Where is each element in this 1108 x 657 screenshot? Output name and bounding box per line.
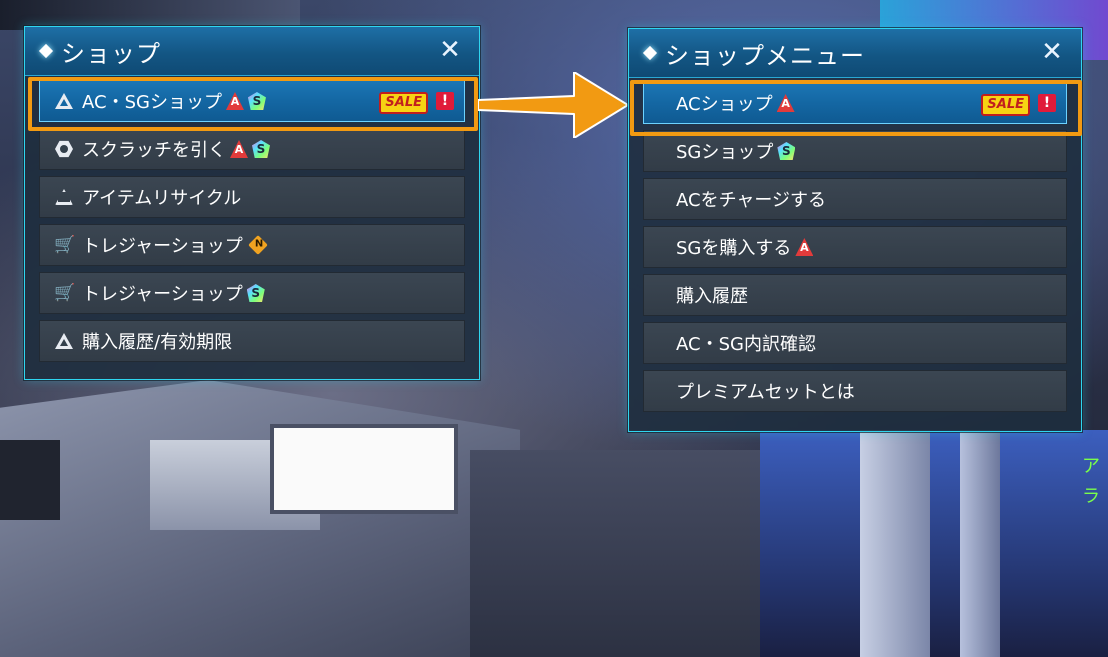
menu-item-sg-shop[interactable]: SGショップ [643, 130, 1067, 172]
shop-menu-panel-title: ショップメニュー [665, 41, 865, 70]
close-icon[interactable]: ✕ [1037, 37, 1067, 67]
cart-icon: 🛒 [54, 283, 76, 303]
ac-icon [230, 140, 248, 158]
menu-item-label: AC・SG内訳確認 [676, 334, 816, 355]
close-icon[interactable]: ✕ [435, 35, 465, 65]
sg-icon [777, 142, 796, 160]
menu-item-charge-ac[interactable]: ACをチャージする [643, 178, 1067, 220]
menu-item-scratch[interactable]: スクラッチを引く [39, 128, 465, 170]
menu-item-label: AC・SGショップ [82, 92, 222, 113]
menu-item-label: SGショップ [676, 142, 774, 163]
menu-item-ac-sg-shop[interactable]: AC・SGショップ SALE ! [39, 80, 465, 122]
menu-item-label: SGを購入する [676, 238, 792, 259]
menu-item-label: ACショップ [676, 94, 773, 115]
sg-icon [252, 140, 270, 158]
menu-item-ac-shop[interactable]: ACショップ SALE ! [643, 82, 1067, 124]
menu-item-label: トレジャーショップ [82, 284, 243, 305]
menu-item-purchase-history[interactable]: 購入履歴 [643, 274, 1067, 316]
menu-item-label: 購入履歴/有効期限 [82, 332, 233, 353]
menu-item-treasure-shop-n[interactable]: 🛒 トレジャーショップ [39, 224, 465, 266]
shop-submenu-list: ACショップ SALE ! SGショップ ACをチャージする SGを購入する 購… [629, 78, 1081, 412]
sale-badge: SALE [981, 94, 1030, 116]
sg-icon [246, 284, 265, 302]
shop-menu-panel: ショップメニュー ✕ ACショップ SALE ! SGショップ ACをチャージす… [628, 28, 1082, 432]
menu-item-label: トレジャーショップ [82, 236, 243, 257]
shop-panel-header: ショップ ✕ [25, 27, 479, 76]
shop-menu-list: AC・SGショップ SALE ! スクラッチを引く アイテムリサイクル 🛒 トレ… [25, 76, 479, 362]
ac-icon [776, 94, 795, 112]
menu-item-item-recycle[interactable]: アイテムリサイクル [39, 176, 465, 218]
alert-icon: ! [436, 92, 454, 110]
sale-badge: SALE [379, 92, 428, 114]
recycle-icon [54, 187, 74, 207]
menu-item-treasure-shop-sg[interactable]: 🛒 トレジャーショップ [39, 272, 465, 314]
shop-menu-panel-header: ショップメニュー ✕ [629, 29, 1081, 78]
menu-item-label: プレミアムセットとは [676, 382, 855, 403]
warning-triangle-icon [54, 91, 74, 111]
history-triangle-icon [54, 331, 74, 351]
ac-icon [225, 92, 244, 110]
sg-icon [247, 92, 266, 110]
cart-icon: 🛒 [54, 235, 76, 255]
scratch-icon [54, 139, 74, 159]
ac-icon [795, 238, 814, 256]
side-text: ア ラ [1082, 456, 1100, 507]
n-icon [247, 235, 268, 255]
diamond-icon [642, 45, 658, 61]
menu-item-ac-sg-breakdown[interactable]: AC・SG内訳確認 [643, 322, 1067, 364]
alert-icon: ! [1038, 94, 1056, 112]
menu-item-buy-sg[interactable]: SGを購入する [643, 226, 1067, 268]
arrow-right-icon [478, 72, 628, 138]
diamond-icon [38, 43, 54, 59]
shop-panel: ショップ ✕ AC・SGショップ SALE ! スクラッチを引く アイテムリサイ… [24, 26, 480, 380]
menu-item-label: スクラッチを引く [82, 140, 226, 161]
menu-item-label: ACをチャージする [676, 190, 827, 211]
menu-item-label: アイテムリサイクル [82, 188, 242, 209]
shop-panel-title: ショップ [61, 39, 161, 68]
menu-item-purchase-history[interactable]: 購入履歴/有効期限 [39, 320, 465, 362]
menu-item-premium-set[interactable]: プレミアムセットとは [643, 370, 1067, 412]
menu-item-label: 購入履歴 [676, 286, 748, 307]
